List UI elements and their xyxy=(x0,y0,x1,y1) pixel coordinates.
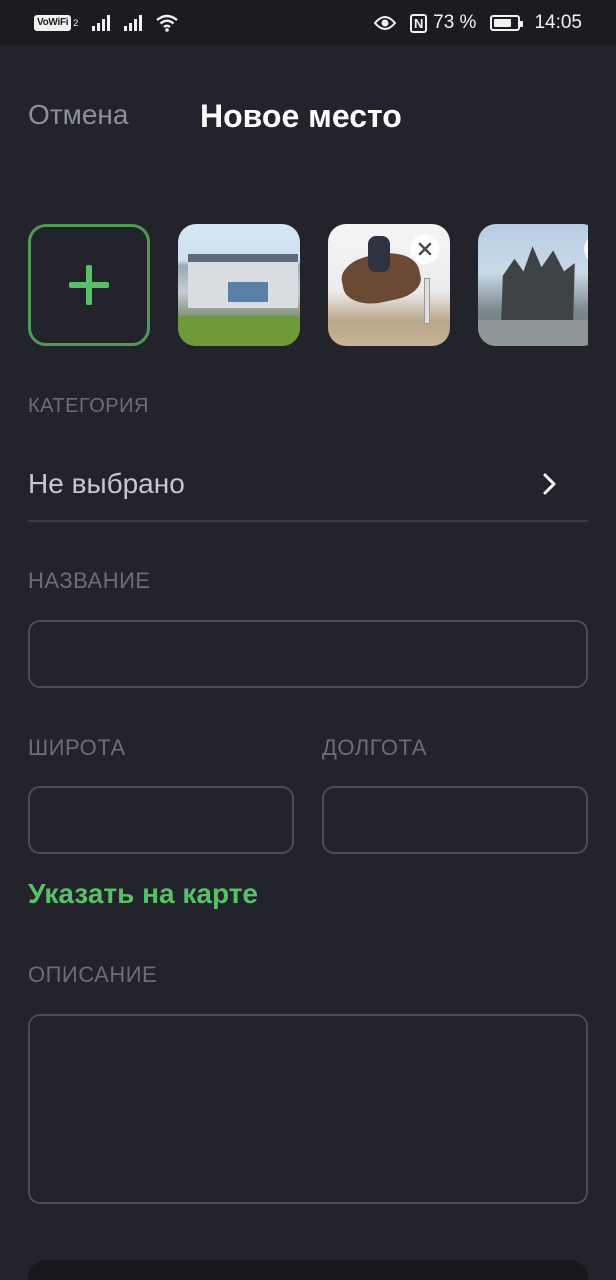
add-photo-button[interactable] xyxy=(28,224,150,346)
eye-comfort-icon xyxy=(374,16,397,30)
photo-thumbnail-building[interactable] xyxy=(178,224,300,346)
status-bar-right: N 73 % 14:05 xyxy=(374,12,582,34)
nfc-icon: N xyxy=(410,13,428,33)
photo-content xyxy=(368,236,390,272)
category-selector[interactable]: Не выбрано xyxy=(28,448,588,522)
photo-content xyxy=(178,316,300,346)
photo-strip[interactable] xyxy=(28,224,588,348)
close-icon xyxy=(418,242,432,256)
longitude-input[interactable] xyxy=(322,786,588,854)
navigation-header: Отмена Новое место xyxy=(0,46,616,186)
photo-content xyxy=(228,282,268,302)
vowifi-sim-number: 2 xyxy=(73,18,79,28)
latitude-label: ШИРОТА xyxy=(28,735,126,760)
name-input[interactable] xyxy=(28,620,588,688)
vowifi-indicator: VoWiFi xyxy=(34,15,72,31)
plus-icon xyxy=(69,265,109,305)
battery-level-fill xyxy=(494,19,511,27)
status-bar: VoWiFi 2 N 73 % 14:05 xyxy=(0,0,616,46)
photo-content xyxy=(501,246,575,326)
remove-photo-button[interactable] xyxy=(410,234,440,264)
photo-thumbnail-statue[interactable] xyxy=(478,224,588,346)
category-value: Не выбрано xyxy=(28,468,185,499)
description-label: ОПИСАНИЕ xyxy=(28,962,158,987)
cancel-button[interactable]: Отмена xyxy=(28,99,128,131)
photo-content xyxy=(424,278,430,324)
category-label: КАТЕГОРИЯ xyxy=(28,395,149,417)
name-label: НАЗВАНИЕ xyxy=(28,568,151,593)
photo-thumbnail-horse-jump[interactable] xyxy=(328,224,450,346)
signal-strength-icon-sim2 xyxy=(124,15,143,31)
bottom-action-button[interactable] xyxy=(28,1260,588,1280)
battery-icon xyxy=(490,15,524,31)
remove-photo-button[interactable] xyxy=(584,234,588,264)
battery-percentage: 73 % xyxy=(433,12,477,33)
chevron-right-icon xyxy=(543,473,556,495)
pick-on-map-link[interactable]: Указать на карте xyxy=(28,878,258,910)
photo-content xyxy=(478,320,588,346)
status-bar-left: VoWiFi 2 xyxy=(34,14,179,32)
page-title: Новое место xyxy=(200,98,402,134)
clock: 14:05 xyxy=(534,12,582,33)
longitude-label: ДОЛГОТА xyxy=(322,735,427,760)
description-textarea[interactable] xyxy=(28,1014,588,1204)
latitude-input[interactable] xyxy=(28,786,294,854)
wifi-icon xyxy=(156,14,179,32)
signal-strength-icon-sim1 xyxy=(92,15,111,31)
